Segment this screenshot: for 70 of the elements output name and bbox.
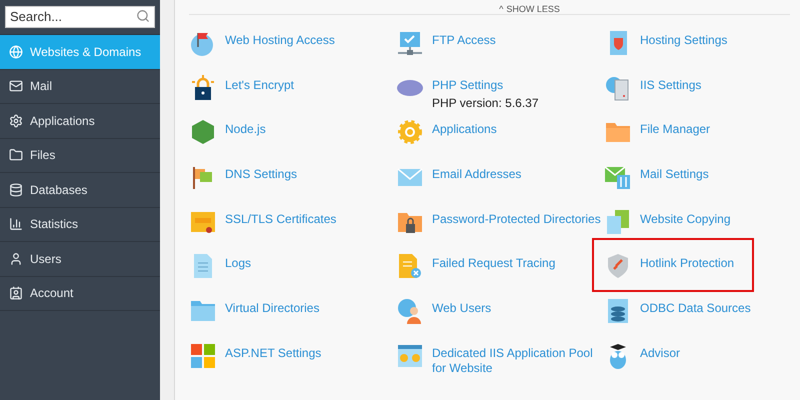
tool-label[interactable]: Hosting Settings [640,33,728,48]
tool-link[interactable]: Password-Protected Directories [396,208,601,236]
tool-link[interactable]: Virtual Directories [189,297,320,326]
tool-label[interactable]: Email Addresses [432,167,522,182]
sidebar-item[interactable]: Websites & Domains [0,35,160,70]
tool-label[interactable]: Advisor [640,346,680,361]
tool-link[interactable]: FTP Access [396,29,496,57]
tool-link[interactable]: Mail Settings [604,163,709,192]
tool-link[interactable]: Email Addresses [396,163,522,192]
tool-label[interactable]: Website Copying [640,212,730,227]
user-icon [9,252,23,266]
tool-link[interactable]: PHP Settings PHP version: 5.6.37 [396,74,539,111]
documents-icon [604,208,632,236]
database-icon [9,182,23,197]
tool-link[interactable]: File Manager [604,118,710,146]
globe-user-icon [396,297,424,326]
tool-link[interactable]: Dedicated IIS Application Pool for Website [396,342,604,376]
tool-link[interactable]: Hotlink Protection [592,238,754,292]
caret-icon: ^ [499,4,504,14]
document-error-icon [396,252,424,280]
tool-label[interactable]: Failed Request Tracing [432,256,556,272]
tool-label[interactable]: Applications [432,122,497,138]
tool-link[interactable]: Hosting Settings [604,29,728,57]
tool-label[interactable]: Logs [225,256,252,272]
tool-link[interactable]: Web Hosting Access [189,29,335,57]
gear-icon [9,114,23,128]
padlock-icon [189,74,217,102]
tool-link[interactable]: ASP.NET Settings [189,342,322,370]
hexagon-icon [189,118,217,146]
tool-link[interactable]: IIS Settings [604,74,702,102]
tool-label[interactable]: SSL/TLS Certificates [225,212,336,227]
tool-label[interactable]: Web Hosting Access [225,33,335,48]
tool-label[interactable]: Mail Settings [640,167,709,182]
search-icon [136,9,150,23]
tool-link[interactable]: Website Copying [604,208,730,236]
tool-label[interactable]: Let's Encrypt [225,78,294,93]
tool-link[interactable]: Advisor [604,342,680,370]
tool-link[interactable]: SSL/TLS Certificates [189,208,336,236]
tool-label[interactable]: DNS Settings [225,167,298,182]
tool-label[interactable]: PHP Settings [432,78,504,93]
tool-link[interactable]: Web Users [396,297,492,326]
tool-label[interactable]: File Manager [640,122,710,138]
tool-label[interactable]: ODBC Data Sources [640,301,751,316]
tool-link[interactable]: Applications [396,118,497,146]
contact-card-icon [9,286,23,300]
tool-label[interactable]: Node.js [225,122,266,138]
folder-icon [9,148,23,162]
version-text: PHP version: 5.6.37 [432,96,539,111]
show-less-toggle[interactable]: ^ SHOW LESS [499,4,560,14]
tool-link[interactable]: Failed Request Tracing [396,252,556,280]
tool-label[interactable]: Virtual Directories [225,301,320,316]
tool-label[interactable]: Password-Protected Directories [432,212,601,227]
tool-link[interactable]: Node.js [189,118,266,146]
tool-link[interactable]: DNS Settings [189,163,298,192]
tool-label[interactable]: FTP Access [432,33,496,48]
tool-label[interactable]: Hotlink Protection [640,256,734,272]
tool-label[interactable]: ASP.NET Settings [225,346,322,361]
tool-label[interactable]: Web Users [432,301,492,316]
bar-chart-icon [9,217,23,232]
globe-icon [9,44,23,59]
tool-label[interactable]: IIS Settings [640,78,702,93]
gear-icon [396,118,424,146]
four-squares-icon [189,342,217,370]
tool-label[interactable]: Dedicated IIS Application Pool for Website [432,346,604,376]
tool-link[interactable]: Let's Encrypt [189,74,294,102]
search-field[interactable]: Search... [5,6,155,28]
mail-icon [9,79,23,94]
folder-check-icon [396,29,424,57]
tool-link[interactable]: Logs [189,252,252,280]
tool-link[interactable]: ODBC Data Sources [604,297,751,326]
